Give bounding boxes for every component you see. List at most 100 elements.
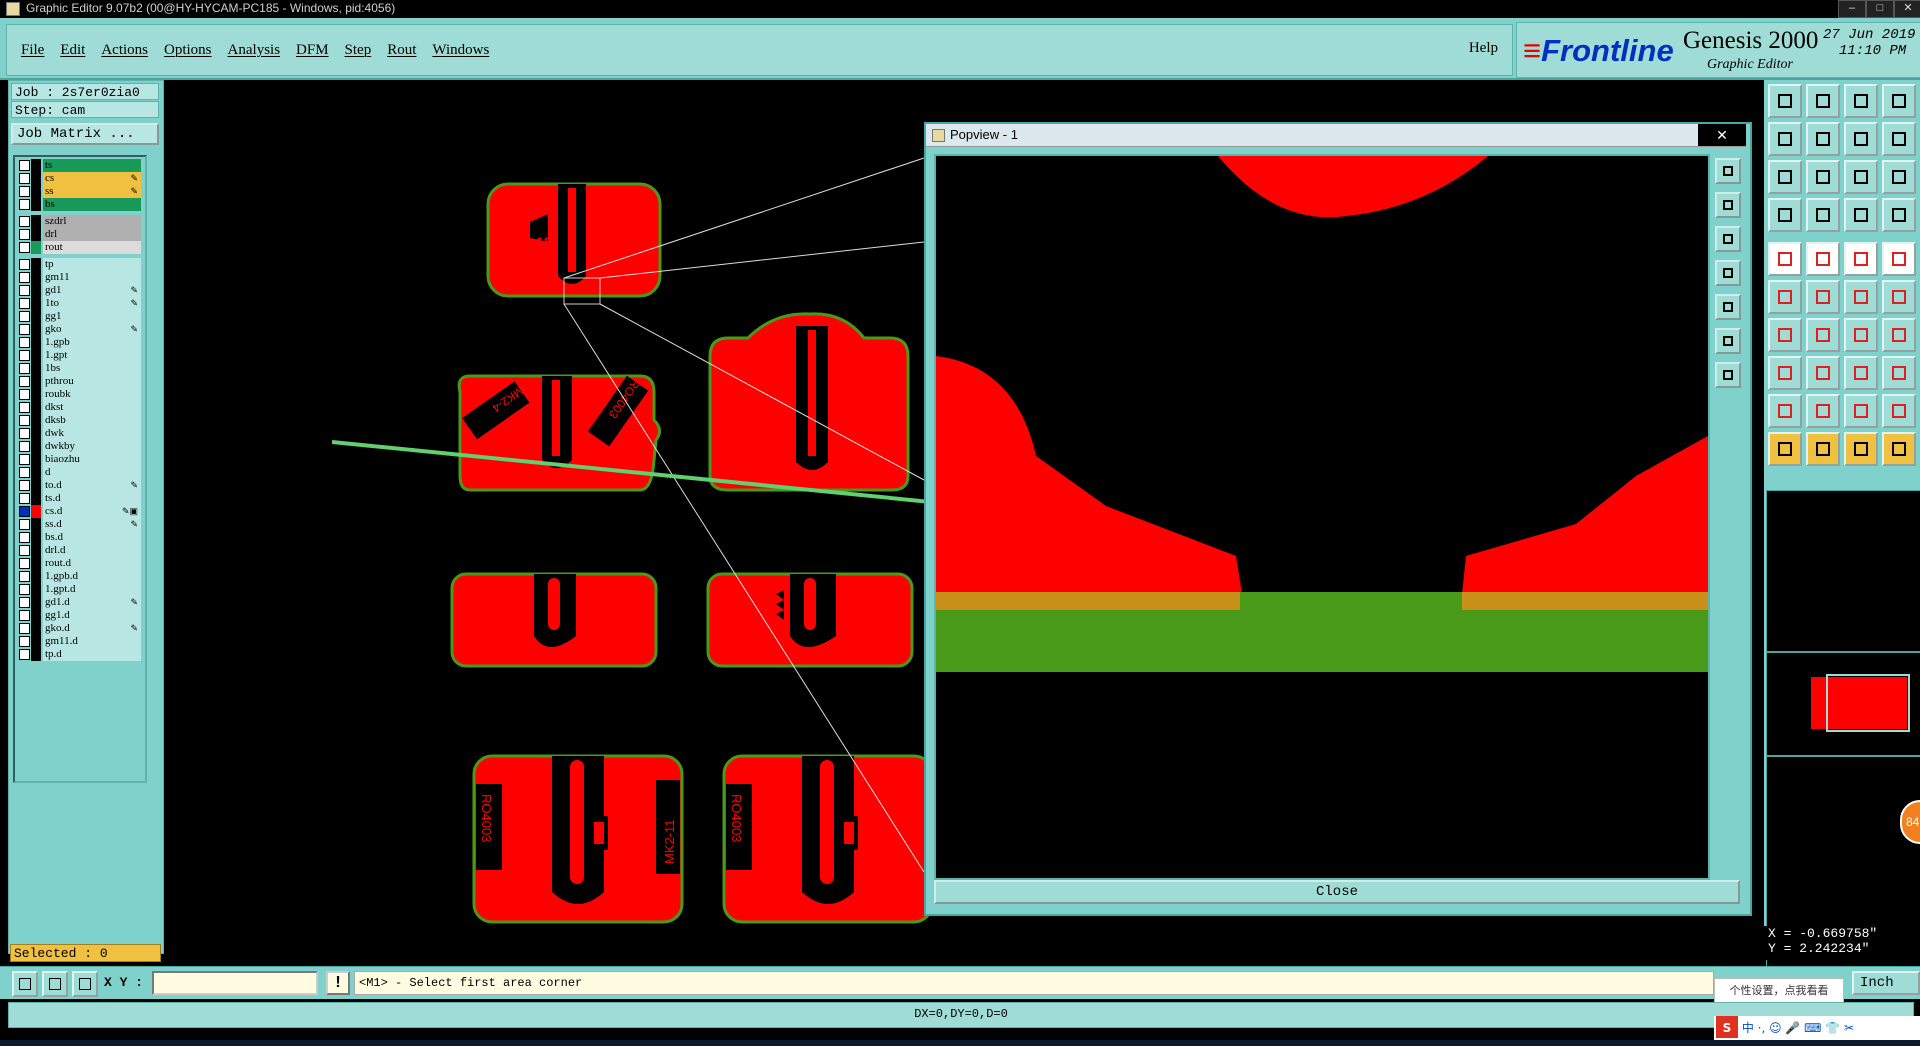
- layer-row-1-gpb[interactable]: 1.gpb: [17, 336, 141, 349]
- popview-pan-right-icon[interactable]: [1715, 294, 1741, 320]
- layer-name[interactable]: gd1.d ✎: [43, 596, 141, 609]
- measure-icon[interactable]: [1768, 198, 1802, 232]
- xy-input[interactable]: [152, 971, 318, 995]
- edit-line-icon[interactable]: [1882, 280, 1916, 314]
- layer-checkbox[interactable]: [19, 467, 30, 478]
- zoom-fit-icon[interactable]: [1768, 160, 1802, 194]
- layer-name[interactable]: gg1.d: [43, 609, 141, 622]
- layer-name[interactable]: gm11.d: [43, 635, 141, 648]
- layer-row-roubk[interactable]: roubk: [17, 388, 141, 401]
- layer-row-dkst[interactable]: dkst: [17, 401, 141, 414]
- layer-checkbox[interactable]: [19, 493, 30, 504]
- menu-actions[interactable]: Actions: [101, 42, 148, 59]
- add-line-icon[interactable]: [1806, 242, 1840, 276]
- layer-checkbox[interactable]: [19, 649, 30, 660]
- layer-checkbox[interactable]: [19, 324, 30, 335]
- layer-row-pthrou[interactable]: pthrou: [17, 375, 141, 388]
- snap-box-icon[interactable]: [1768, 356, 1802, 390]
- layer-checkbox[interactable]: [19, 173, 30, 184]
- layer-up-icon[interactable]: [1768, 84, 1802, 118]
- ruler-icon[interactable]: [1844, 242, 1878, 276]
- layer-name[interactable]: szdrl: [43, 215, 141, 228]
- layer-checkbox[interactable]: [19, 199, 30, 210]
- layer-name[interactable]: cs.d ✎▣: [43, 505, 141, 518]
- window-split-icon[interactable]: [1882, 84, 1916, 118]
- ime-tray[interactable]: S 中 ·, ☺ 🎤 ⌨ 👕 ✂: [1714, 1016, 1920, 1040]
- menu-file[interactable]: File: [21, 42, 44, 59]
- layer-checkbox[interactable]: [19, 558, 30, 569]
- query-icon[interactable]: [1882, 160, 1916, 194]
- layer-checkbox[interactable]: [19, 610, 30, 621]
- layer-row-1to[interactable]: 1to ✎: [17, 297, 141, 310]
- layer-name[interactable]: cs ✎: [43, 172, 141, 185]
- layer-checkbox[interactable]: [19, 285, 30, 296]
- unit-selector[interactable]: Inch: [1852, 971, 1920, 995]
- layer-name[interactable]: gko.d ✎: [43, 622, 141, 635]
- cursor-icon[interactable]: [1768, 432, 1802, 466]
- close-window-button[interactable]: ✕: [1894, 0, 1920, 18]
- layer-name[interactable]: to.d ✎: [43, 479, 141, 492]
- layer-name[interactable]: rout.d: [43, 557, 141, 570]
- exclamation-button[interactable]: !: [326, 971, 350, 995]
- home-icon[interactable]: [1844, 84, 1878, 118]
- popview-close-button[interactable]: Close: [934, 880, 1740, 904]
- layer-row-cs-d[interactable]: cs.d ✎▣: [17, 505, 141, 518]
- layer-checkbox[interactable]: [19, 376, 30, 387]
- layer-name[interactable]: gg1: [43, 310, 141, 323]
- layer-checkbox[interactable]: [19, 571, 30, 582]
- shapes-icon[interactable]: [1882, 356, 1916, 390]
- layer-checkbox[interactable]: [19, 298, 30, 309]
- layer-row-to-d[interactable]: to.d ✎: [17, 479, 141, 492]
- step-back-icon[interactable]: [1882, 122, 1916, 156]
- popview-canvas[interactable]: [934, 154, 1710, 880]
- layer-checkbox[interactable]: [19, 480, 30, 491]
- layer-name[interactable]: pthrou: [43, 375, 141, 388]
- net-tools-icon[interactable]: [1882, 198, 1916, 232]
- add-pad-icon[interactable]: [1768, 242, 1802, 276]
- layer-checkbox[interactable]: [19, 506, 30, 517]
- menu-windows[interactable]: Windows: [432, 42, 489, 59]
- layer-row-1bs[interactable]: 1bs: [17, 362, 141, 375]
- popview-pan-down-icon[interactable]: [1715, 226, 1741, 252]
- line-edit-icon[interactable]: [1806, 356, 1840, 390]
- layer-name[interactable]: bs: [43, 198, 141, 211]
- layer-down-icon[interactable]: [1806, 84, 1840, 118]
- triangle-icon[interactable]: [1768, 394, 1802, 428]
- layer-name[interactable]: bs.d: [43, 531, 141, 544]
- angle-icon[interactable]: [1768, 318, 1802, 352]
- layer-row-gko[interactable]: gko ✎: [17, 323, 141, 336]
- layer-name[interactable]: rout: [43, 241, 141, 254]
- menu-edit[interactable]: Edit: [60, 42, 85, 59]
- popview-zoom-in-icon[interactable]: [1715, 328, 1741, 354]
- layer-checkbox[interactable]: [19, 389, 30, 400]
- grid-icon[interactable]: [1806, 198, 1840, 232]
- layer-checkbox[interactable]: [19, 160, 30, 171]
- layer-name[interactable]: 1to ✎: [43, 297, 141, 310]
- layer-checkbox[interactable]: [19, 623, 30, 634]
- menu-step[interactable]: Step: [345, 42, 372, 59]
- layer-name[interactable]: tp: [43, 258, 141, 271]
- layer-row-rout[interactable]: rout: [17, 241, 141, 254]
- transfer-icon[interactable]: [1844, 122, 1878, 156]
- layer-checkbox[interactable]: [19, 259, 30, 270]
- cursor-select-icon[interactable]: [1806, 432, 1840, 466]
- cross-icon[interactable]: [1806, 280, 1840, 314]
- layer-row-drl-d[interactable]: drl.d: [17, 544, 141, 557]
- layer-name[interactable]: ss.d ✎: [43, 518, 141, 531]
- layer-name[interactable]: 1.gpt: [43, 349, 141, 362]
- route-icon[interactable]: [1882, 432, 1916, 466]
- layer-checkbox[interactable]: [19, 216, 30, 227]
- layer-row-1-gpt-d[interactable]: 1.gpt.d: [17, 583, 141, 596]
- layer-row-gd1[interactable]: gd1 ✎: [17, 284, 141, 297]
- split-icon[interactable]: [1806, 394, 1840, 428]
- layer-name[interactable]: dwk: [43, 427, 141, 440]
- layer-row-gg1[interactable]: gg1: [17, 310, 141, 323]
- layer-row-dwkby[interactable]: dwkby: [17, 440, 141, 453]
- layer-checkbox[interactable]: [19, 584, 30, 595]
- layer-checkbox[interactable]: [19, 415, 30, 426]
- layer-name[interactable]: gd1 ✎: [43, 284, 141, 297]
- layer-row-gko-d[interactable]: gko.d ✎: [17, 622, 141, 635]
- layer-row-gm11-d[interactable]: gm11.d: [17, 635, 141, 648]
- overview-minimap[interactable]: [1766, 652, 1920, 756]
- layer-row-biaozhu[interactable]: biaozhu: [17, 453, 141, 466]
